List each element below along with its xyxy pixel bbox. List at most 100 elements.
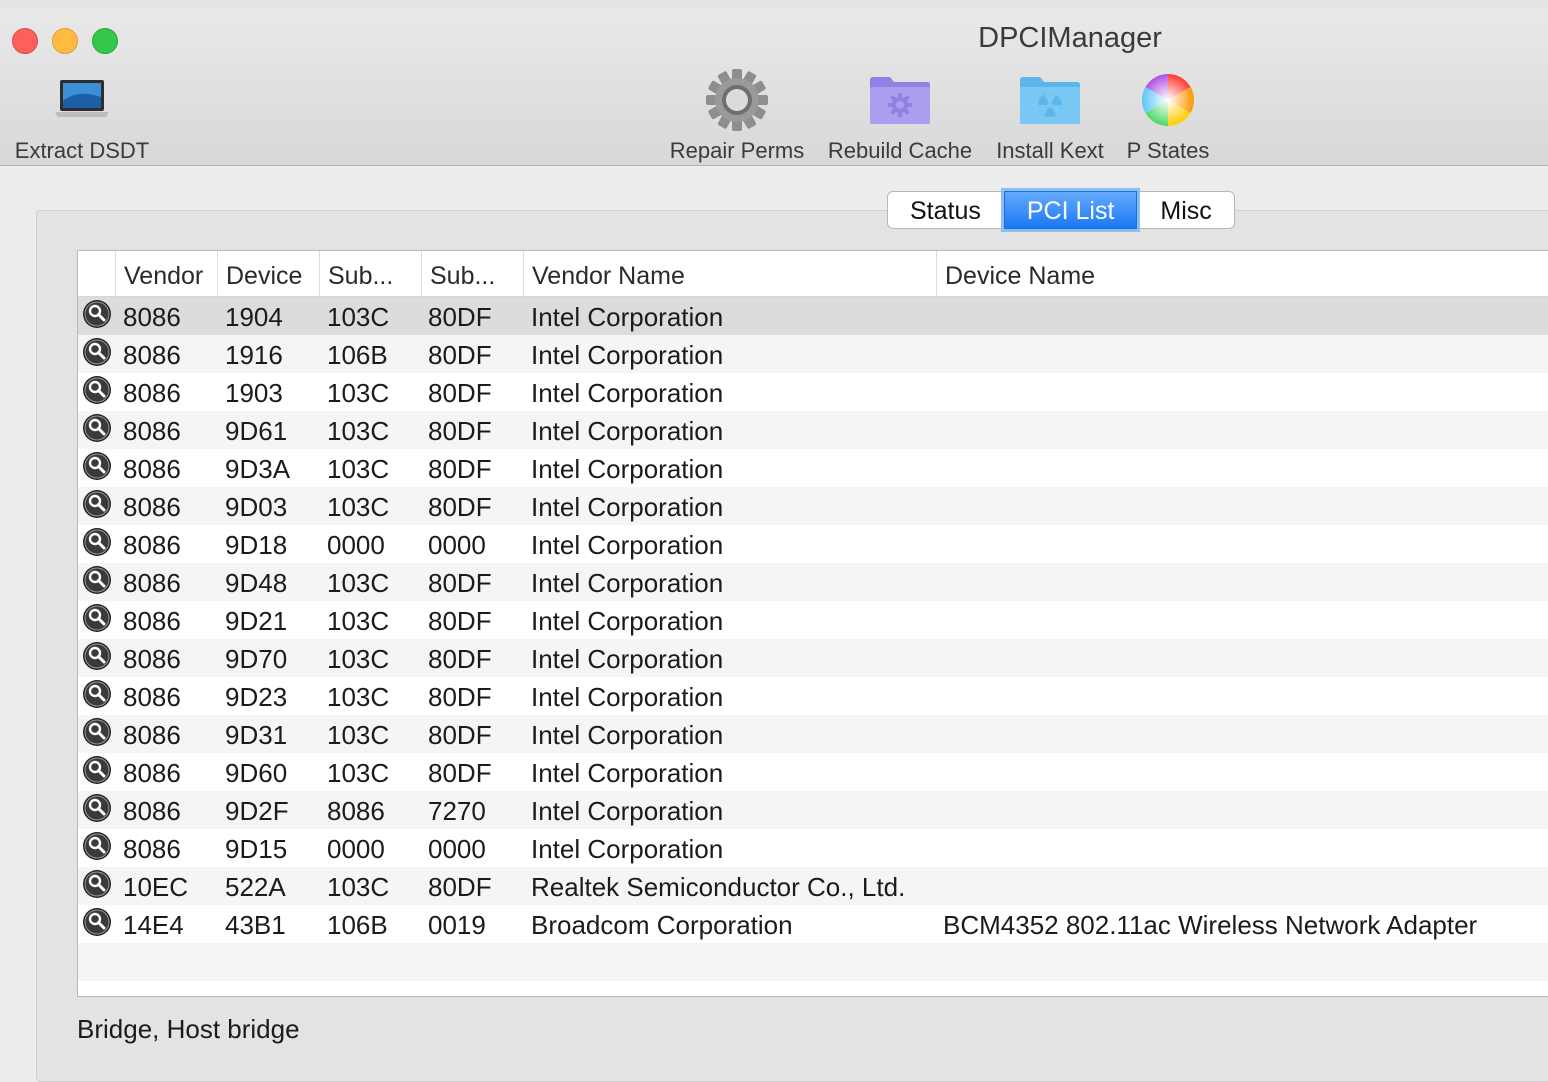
p-states-button[interactable]: P States	[1118, 60, 1218, 164]
cell-device: 1916	[225, 340, 283, 370]
cell-device-name: BCM4352 802.11ac Wireless Network Adapte…	[943, 910, 1478, 940]
magnifier-icon[interactable]	[82, 793, 112, 823]
cell-subdevice: 7270	[428, 796, 486, 826]
cell-subdevice: 80DF	[428, 302, 492, 332]
cell-subdevice: 80DF	[428, 682, 492, 712]
cell-vendor: 8086	[123, 606, 181, 636]
cell-device: 9D2F	[225, 796, 289, 826]
table-row[interactable]: 8086 1916 106B 80DF Intel Corporation	[78, 335, 1548, 373]
table-row[interactable]: 8086 9D03 103C 80DF Intel Corporation	[78, 487, 1548, 525]
install-kext-button[interactable]: Install Kext	[990, 60, 1110, 164]
table-row[interactable]: 10EC 522A 103C 80DF Realtek Semiconductor Co…	[78, 867, 1548, 905]
cell-subvendor: 0000	[327, 530, 385, 560]
table-row[interactable]: 8086 1903 103C 80DF Intel Corporation	[78, 373, 1548, 411]
cell-device: 9D3A	[225, 454, 291, 484]
magnifier-icon[interactable]	[82, 413, 112, 443]
table-row[interactable]: 8086 9D15 0000 0000 Intel Corporation	[78, 829, 1548, 867]
table-row[interactable]: 8086 9D31 103C 80DF Intel Corporation	[78, 715, 1548, 753]
cell-device: 9D61	[225, 416, 288, 446]
cell-vendor: 8086	[123, 644, 181, 674]
cell-subdevice: 80DF	[428, 644, 492, 674]
table-row[interactable]: 14E4 43B1 106B 0019 Broadcom Corporation BCM4…	[78, 905, 1548, 943]
magnifier-icon[interactable]	[82, 337, 112, 367]
cell-vendor: 8086	[123, 796, 181, 826]
table-row[interactable]: 8086 9D48 103C 80DF Intel Corporation	[78, 563, 1548, 601]
cell-subvendor: 103C	[327, 416, 390, 446]
magnifier-icon[interactable]	[82, 717, 112, 747]
cell-vendor: 8086	[123, 378, 181, 408]
cell-vendor-name: Intel Corporation	[531, 568, 724, 598]
magnifier-icon[interactable]	[82, 527, 112, 557]
pci-table[interactable]: Vendor Device Sub... Sub... Vendor Name …	[77, 250, 1548, 997]
magnifier-icon[interactable]	[82, 603, 112, 633]
cell-subvendor: 103C	[327, 644, 390, 674]
tab-misc[interactable]: Misc	[1137, 191, 1235, 229]
cell-subvendor: 103C	[327, 682, 390, 712]
column-header-vendor[interactable]: Vendor	[115, 251, 217, 296]
extract-dsdt-label: Extract DSDT	[14, 138, 150, 163]
tab-status[interactable]: Status	[887, 191, 1004, 229]
cell-vendor: 14E4	[123, 910, 184, 940]
cell-vendor-name: Intel Corporation	[531, 796, 724, 826]
rebuild-cache-label: Rebuild Cache	[827, 138, 973, 163]
kext-folder-icon	[1020, 77, 1080, 124]
cell-subvendor: 103C	[327, 872, 390, 902]
magnifier-icon[interactable]	[82, 907, 112, 937]
table-row[interactable]: 8086 9D18 0000 0000 Intel Corporation	[78, 525, 1548, 563]
cell-vendor-name: Intel Corporation	[531, 682, 724, 712]
column-header-device[interactable]: Device	[217, 251, 319, 296]
cell-vendor: 8086	[123, 454, 181, 484]
cell-vendor: 8086	[123, 530, 181, 560]
cell-vendor-name: Intel Corporation	[531, 720, 724, 750]
magnifier-icon[interactable]	[82, 869, 112, 899]
column-header-device-name[interactable]: Device Name	[936, 251, 1548, 296]
cell-subvendor: 103C	[327, 302, 390, 332]
cell-subdevice: 80DF	[428, 872, 492, 902]
tab-pci-list[interactable]: PCI List	[1003, 191, 1138, 229]
cell-device: 9D31	[225, 720, 288, 750]
cell-vendor-name: Intel Corporation	[531, 758, 724, 788]
table-row[interactable]: 8086 9D21 103C 80DF Intel Corporation	[78, 601, 1548, 639]
repair-perms-button[interactable]: Repair Perms	[664, 60, 810, 164]
cell-vendor-name: Intel Corporation	[531, 530, 724, 560]
cell-subvendor: 106B	[327, 340, 388, 370]
table-row[interactable]: 8086 9D60 103C 80DF Intel Corporation	[78, 753, 1548, 791]
magnifier-icon[interactable]	[82, 565, 112, 595]
magnifier-icon[interactable]	[82, 375, 112, 405]
column-header-vendor-name[interactable]: Vendor Name	[523, 251, 936, 296]
table-row[interactable]: 8086 1904 103C 80DF Intel Corporation	[78, 297, 1548, 335]
cell-subvendor: 103C	[327, 492, 390, 522]
cell-subdevice: 80DF	[428, 416, 492, 446]
cell-vendor-name: Intel Corporation	[531, 340, 724, 370]
magnifier-icon[interactable]	[82, 489, 112, 519]
cell-vendor: 8086	[123, 682, 181, 712]
column-header-subdevice[interactable]: Sub...	[421, 251, 523, 296]
cell-vendor-name: Broadcom Corporation	[531, 910, 793, 940]
cell-subvendor: 8086	[327, 796, 385, 826]
table-row[interactable]: 8086 9D2F 8086 7270 Intel Corporation	[78, 791, 1548, 829]
cell-vendor-name: Intel Corporation	[531, 416, 724, 446]
magnifier-icon[interactable]	[82, 679, 112, 709]
magnifier-icon[interactable]	[82, 299, 112, 329]
table-row[interactable]: 8086 9D3A 103C 80DF Intel Corporation	[78, 449, 1548, 487]
rebuild-cache-button[interactable]: Rebuild Cache	[822, 60, 978, 164]
empty-row	[78, 981, 1548, 996]
magnifier-icon[interactable]	[82, 641, 112, 671]
table-row[interactable]: 8086 9D23 103C 80DF Intel Corporation	[78, 677, 1548, 715]
repair-perms-label: Repair Perms	[669, 138, 805, 163]
table-row[interactable]: 8086 9D70 103C 80DF Intel Corporation	[78, 639, 1548, 677]
magnifier-icon[interactable]	[82, 451, 112, 481]
cell-device: 9D21	[225, 606, 288, 636]
install-kext-label: Install Kext	[996, 138, 1104, 163]
cell-subdevice: 0000	[428, 530, 486, 560]
extract-dsdt-button[interactable]: Extract DSDT	[0, 60, 164, 164]
cell-vendor-name: Intel Corporation	[531, 644, 724, 674]
magnifier-icon[interactable]	[82, 755, 112, 785]
cell-vendor-name: Intel Corporation	[531, 606, 724, 636]
table-row[interactable]: 8086 9D61 103C 80DF Intel Corporation	[78, 411, 1548, 449]
window-toolbar: DPCIManager Extract DSDT Repair Perms Re…	[0, 8, 1548, 166]
column-header-subvendor[interactable]: Sub...	[319, 251, 421, 296]
tab-bar: Status PCI List Misc	[887, 191, 1235, 229]
device-class-text: Bridge, Host bridge	[77, 1014, 300, 1044]
magnifier-icon[interactable]	[82, 831, 112, 861]
